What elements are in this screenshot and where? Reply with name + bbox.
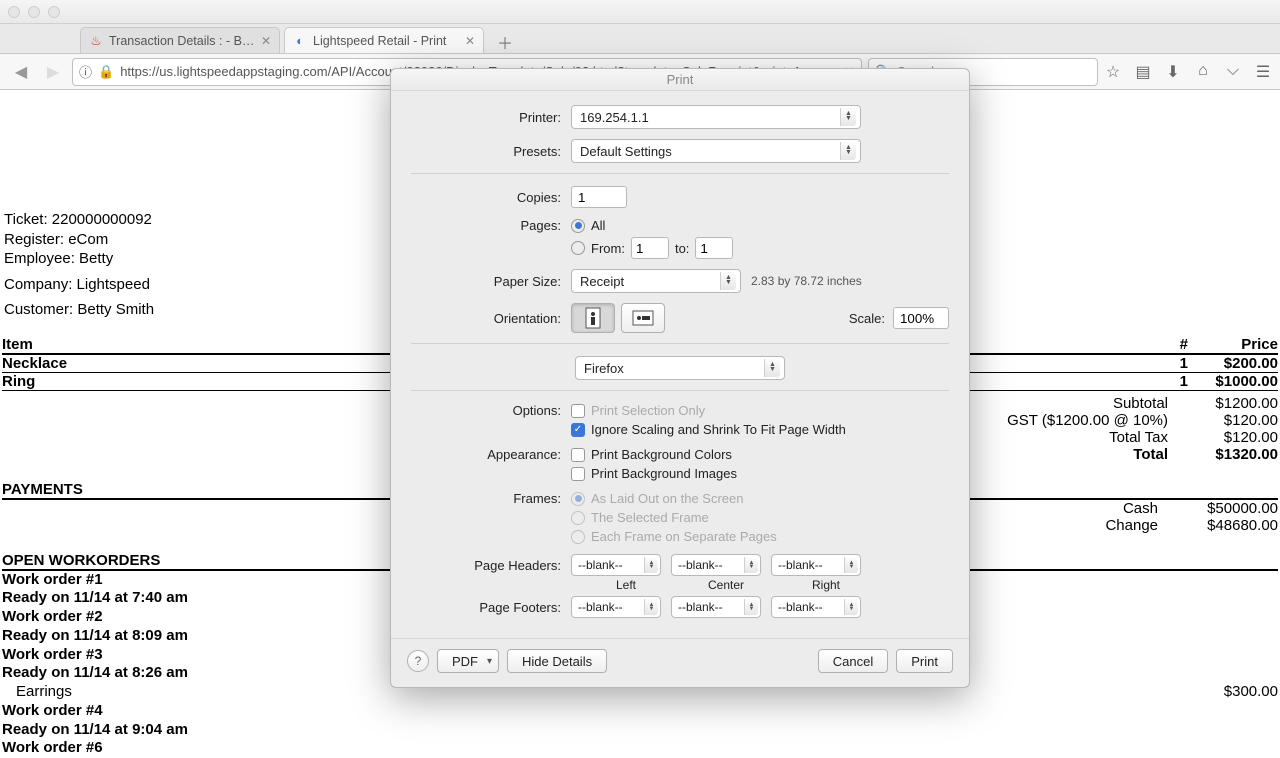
copies-label: Copies: [411, 190, 571, 205]
papersize-dimensions: 2.83 by 78.72 inches [751, 274, 862, 288]
pdf-button[interactable]: PDF [437, 649, 499, 673]
pages-range-radio[interactable] [571, 241, 585, 255]
frames-separate-radio [571, 530, 585, 544]
forward-button: ▶ [40, 59, 66, 85]
new-tab-button[interactable]: ＋ [494, 31, 516, 53]
pages-all-radio[interactable] [571, 219, 585, 233]
page-footers-label: Page Footers: [411, 600, 571, 615]
tab-transaction-details[interactable]: ♨ Transaction Details : - Blad… ✕ [80, 27, 280, 53]
ignore-scaling-checkbox[interactable]: ✓ [571, 423, 585, 437]
scale-label: Scale: [849, 311, 885, 326]
printer-select[interactable]: 169.254.1.1▲▼ [571, 105, 861, 129]
chevron-updown-icon: ▲▼ [844, 557, 858, 573]
pages-from-label: From: [591, 241, 625, 256]
papersize-label: Paper Size: [411, 274, 571, 289]
bg-colors-checkbox[interactable] [571, 448, 585, 462]
pages-all-label: All [591, 218, 605, 233]
appearance-label: Appearance: [411, 447, 571, 462]
frames-layout-label: As Laid Out on the Screen [591, 491, 743, 506]
chevron-updown-icon: ▲▼ [840, 142, 856, 160]
home-icon[interactable]: ⌂ [1194, 62, 1212, 82]
chevron-updown-icon: ▲▼ [844, 599, 858, 615]
bg-images-label: Print Background Images [591, 466, 737, 481]
cancel-button[interactable]: Cancel [818, 649, 888, 673]
frames-selected-label: The Selected Frame [591, 510, 709, 525]
footer-right-select[interactable]: --blank--▲▼ [771, 596, 861, 618]
chevron-updown-icon: ▲▼ [644, 557, 658, 573]
window-titlebar [0, 0, 1280, 24]
frames-layout-radio [571, 492, 585, 506]
header-right-select[interactable]: --blank--▲▼ [771, 554, 861, 576]
hide-details-button[interactable]: Hide Details [507, 649, 607, 673]
tab-bar: ♨ Transaction Details : - Blad… ✕ ◐ Ligh… [0, 24, 1280, 54]
page-headers-label: Page Headers: [411, 558, 571, 573]
dialog-footer: ? PDF Hide Details Cancel Print [391, 638, 969, 687]
chevron-updown-icon: ▲▼ [644, 599, 658, 615]
downloads-icon[interactable]: ⬇ [1164, 62, 1182, 82]
header-left-select[interactable]: --blank--▲▼ [571, 554, 661, 576]
print-selection-checkbox [571, 404, 585, 418]
back-button[interactable]: ◀ [8, 59, 34, 85]
pocket-icon[interactable]: ⌵ [1224, 62, 1242, 82]
col-price: Price [1188, 336, 1278, 353]
scale-input[interactable] [893, 307, 949, 329]
col-qty: # [1148, 336, 1188, 353]
orientation-landscape[interactable] [621, 303, 665, 333]
bookmark-icon[interactable]: ☆ [1104, 62, 1122, 82]
pages-label: Pages: [411, 218, 571, 233]
frames-selected-radio [571, 511, 585, 525]
toolbar-icons: ☆ ▤ ⬇ ⌂ ⌵ ☰ [1104, 62, 1272, 82]
print-selection-label: Print Selection Only [591, 403, 705, 418]
print-dialog: Print Printer: 169.254.1.1▲▼ Presets: De… [390, 68, 970, 688]
tab-lightspeed-print[interactable]: ◐ Lightspeed Retail - Print ✕ [284, 27, 484, 53]
history-icon[interactable]: ▤ [1134, 62, 1152, 82]
app-select[interactable]: Firefox▲▼ [575, 356, 785, 380]
loading-icon: ◐ [293, 34, 307, 48]
chevron-updown-icon: ▲▼ [720, 272, 736, 290]
menu-icon[interactable]: ☰ [1254, 62, 1272, 82]
ignore-scaling-label: Ignore Scaling and Shrink To Fit Page Wi… [591, 422, 846, 437]
close-icon[interactable]: ✕ [261, 34, 271, 48]
copies-input[interactable] [571, 186, 627, 208]
orientation-portrait[interactable] [571, 303, 615, 333]
footer-left-select[interactable]: --blank--▲▼ [571, 596, 661, 618]
chevron-updown-icon: ▲▼ [764, 359, 780, 377]
chevron-updown-icon: ▲▼ [840, 108, 856, 126]
info-icon[interactable]: ⓘ [79, 62, 92, 81]
printer-label: Printer: [411, 110, 571, 125]
tab-label: Transaction Details : - Blad… [109, 34, 255, 48]
window-minimize[interactable] [28, 6, 40, 18]
chevron-updown-icon: ▲▼ [744, 557, 758, 573]
dialog-title: Print [391, 69, 969, 91]
presets-label: Presets: [411, 144, 571, 159]
help-button[interactable]: ? [407, 650, 429, 672]
tab-label: Lightspeed Retail - Print [313, 34, 459, 48]
pages-to-input[interactable] [695, 237, 733, 259]
hf-position-labels: Left Center Right [581, 578, 949, 592]
presets-select[interactable]: Default Settings▲▼ [571, 139, 861, 163]
papersize-select[interactable]: Receipt▲▼ [571, 269, 741, 293]
frames-separate-label: Each Frame on Separate Pages [591, 529, 777, 544]
options-label: Options: [411, 403, 571, 418]
footer-center-select[interactable]: --blank--▲▼ [671, 596, 761, 618]
header-center-select[interactable]: --blank--▲▼ [671, 554, 761, 576]
pages-from-input[interactable] [631, 237, 669, 259]
traffic-lights [8, 6, 60, 18]
bg-images-checkbox[interactable] [571, 467, 585, 481]
pages-to-label: to: [675, 241, 689, 256]
frames-label: Frames: [411, 491, 571, 506]
orientation-label: Orientation: [411, 311, 571, 326]
chevron-updown-icon: ▲▼ [744, 599, 758, 615]
close-icon[interactable]: ✕ [465, 34, 475, 48]
print-button[interactable]: Print [896, 649, 953, 673]
window-maximize[interactable] [48, 6, 60, 18]
window-close[interactable] [8, 6, 20, 18]
lock-icon: 🔒 [98, 64, 114, 80]
bg-colors-label: Print Background Colors [591, 447, 732, 462]
flame-icon: ♨ [89, 34, 103, 48]
